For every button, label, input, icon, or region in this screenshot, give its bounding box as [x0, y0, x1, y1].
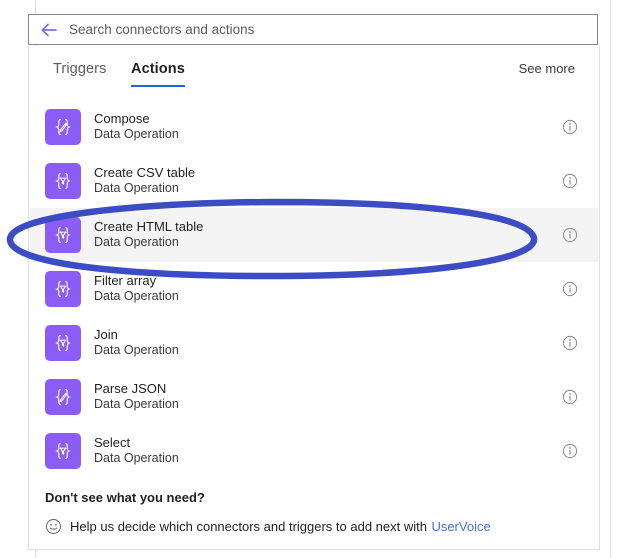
action-text: Compose Data Operation [94, 111, 562, 143]
action-subtitle: Data Operation [94, 289, 179, 304]
action-title: Parse JSON [94, 381, 167, 397]
action-title: Compose [94, 111, 150, 127]
action-title: Filter array [94, 273, 157, 289]
action-subtitle: Data Operation [94, 397, 179, 412]
action-row-compose[interactable]: Compose Data Operation [29, 100, 599, 154]
braces-pencil-icon [45, 379, 81, 415]
action-text: Create CSV table Data Operation [94, 165, 562, 197]
action-row-parse-json[interactable]: Parse JSON Data Operation [29, 370, 599, 424]
tab-actions[interactable]: Actions [131, 61, 185, 87]
action-text: Filter array Data Operation [94, 273, 562, 305]
footer-heading: Don't see what you need? [45, 490, 205, 505]
action-text: Parse JSON Data Operation [94, 381, 562, 413]
tab-strip: Triggers Actions See more [29, 46, 599, 96]
action-subtitle: Data Operation [94, 181, 179, 196]
info-icon[interactable] [562, 281, 578, 297]
tab-triggers[interactable]: Triggers [53, 61, 106, 87]
see-more-link[interactable]: See more [519, 61, 575, 76]
action-text: Select Data Operation [94, 435, 562, 467]
info-icon[interactable] [562, 443, 578, 459]
action-title: Create CSV table [94, 165, 196, 181]
footer-text: Help us decide which connectors and trig… [70, 518, 427, 534]
search-input[interactable] [69, 22, 549, 37]
uservoice-link[interactable]: UserVoice [431, 519, 490, 534]
braces-funnel-icon [45, 433, 81, 469]
page-right-divider [610, 0, 611, 558]
action-title: Select [94, 435, 131, 451]
info-icon[interactable] [562, 119, 578, 135]
braces-funnel-icon [45, 325, 81, 361]
action-row-filter-array[interactable]: Filter array Data Operation [29, 262, 599, 316]
action-text: Join Data Operation [94, 327, 562, 359]
action-row-join[interactable]: Join Data Operation [29, 316, 599, 370]
braces-funnel-icon [45, 217, 81, 253]
action-subtitle: Data Operation [94, 127, 179, 142]
info-icon[interactable] [562, 227, 578, 243]
braces-pencil-icon [45, 109, 81, 145]
back-arrow-icon[interactable] [39, 20, 59, 40]
footer: Don't see what you need? Help us decide … [29, 490, 599, 535]
action-text: Create HTML table Data Operation [94, 219, 562, 251]
action-subtitle: Data Operation [94, 343, 179, 358]
footer-feedback-line: Help us decide which connectors and trig… [45, 517, 599, 535]
braces-funnel-icon [45, 271, 81, 307]
info-icon[interactable] [562, 335, 578, 351]
action-subtitle: Data Operation [94, 235, 179, 250]
search-bar[interactable] [28, 14, 598, 45]
action-subtitle: Data Operation [94, 451, 179, 466]
info-icon[interactable] [562, 389, 578, 405]
action-row-create-csv-table[interactable]: Create CSV table Data Operation [29, 154, 599, 208]
action-row-create-html-table[interactable]: Create HTML table Data Operation [29, 208, 599, 262]
action-title: Join [94, 327, 118, 343]
connector-picker-panel: Triggers Actions See more Compose Data O… [28, 46, 600, 550]
smiley-icon [46, 518, 61, 534]
action-row-select[interactable]: Select Data Operation [29, 424, 599, 478]
action-list: Compose Data Operation Create CSV table [29, 100, 599, 478]
info-icon[interactable] [562, 173, 578, 189]
action-title: Create HTML table [94, 219, 204, 235]
braces-funnel-icon [45, 163, 81, 199]
